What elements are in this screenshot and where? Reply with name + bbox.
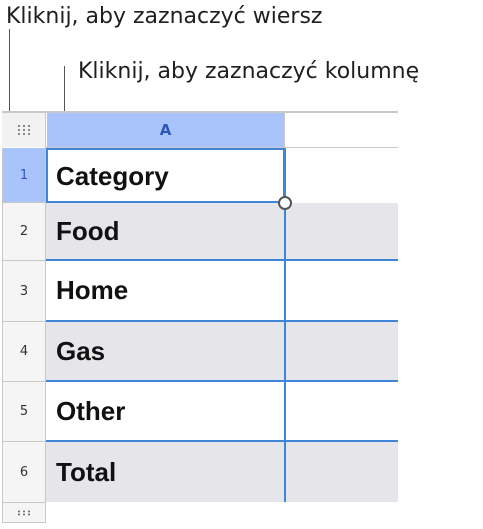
numbers-table-screenshot: Kliknij, aby zaznaczyć wiersz Kliknij, a…	[0, 0, 483, 529]
row-header-6[interactable]: 6	[2, 442, 46, 503]
row-handle-button[interactable]	[2, 503, 46, 523]
selected-cell-border	[46, 148, 285, 203]
table-handle-button[interactable]	[2, 113, 46, 147]
row-header-4[interactable]: 4	[2, 322, 46, 382]
row-divider-3-4	[46, 320, 398, 322]
select-column-callout: Kliknij, aby zaznaczyć kolumnę	[78, 59, 420, 84]
cell-b4[interactable]	[285, 322, 398, 380]
grip-dots-icon	[17, 125, 30, 135]
select-row-callout: Kliknij, aby zaznaczyć wiersz	[6, 4, 323, 29]
select-column-leader-line	[64, 66, 65, 112]
row-divider-2-3	[46, 259, 398, 261]
column-b-header[interactable]	[285, 113, 398, 147]
cell-a3[interactable]: Home	[46, 261, 284, 320]
row-divider-5-6	[46, 440, 398, 442]
grip-dots-icon	[18, 510, 30, 515]
cell-a4[interactable]: Gas	[46, 322, 284, 380]
cell-b3[interactable]	[285, 261, 398, 320]
cell-a5[interactable]: Other	[46, 382, 284, 440]
row-divider-4-5	[46, 380, 398, 382]
resize-handle-icon[interactable]	[278, 196, 292, 210]
row-header-3[interactable]: 3	[2, 261, 46, 322]
row-header-5[interactable]: 5	[2, 382, 46, 442]
cell-a6[interactable]: Total	[46, 442, 284, 502]
row-header-1[interactable]: 1	[2, 148, 46, 203]
cell-b2[interactable]	[285, 203, 398, 259]
cell-b1[interactable]	[285, 148, 398, 203]
column-a-header[interactable]: A	[47, 113, 285, 147]
column-header-bar: A	[2, 111, 398, 147]
cell-b5[interactable]	[285, 382, 398, 440]
row-header-2[interactable]: 2	[2, 203, 46, 261]
cell-a2[interactable]: Food	[46, 203, 284, 259]
cell-b6[interactable]	[285, 442, 398, 502]
